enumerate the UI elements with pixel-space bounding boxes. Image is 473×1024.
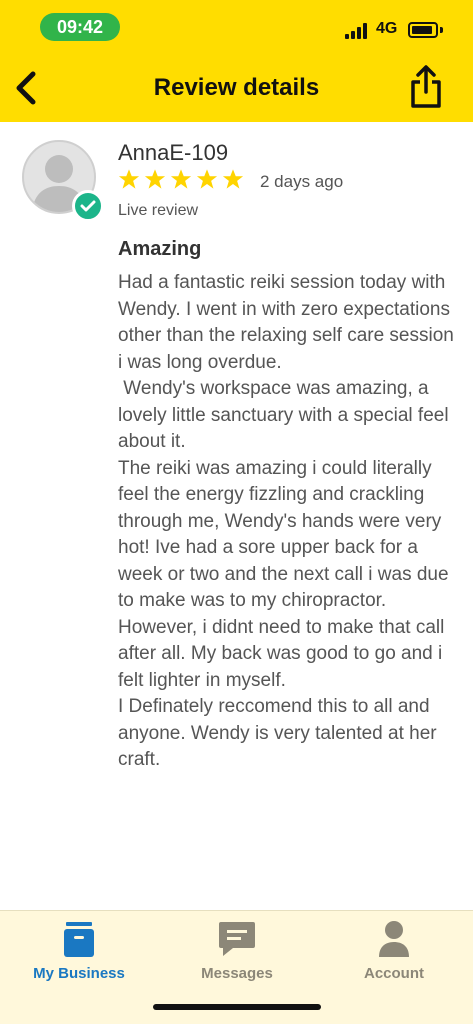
share-icon [411,65,441,108]
star-rating [118,168,244,190]
network-label: 4G [376,20,398,37]
header: 09:42 4G Review details [0,0,473,122]
battery-cap [440,27,443,33]
review-title: Amazing [118,238,202,260]
review-type: Live review [118,202,199,219]
share-button[interactable] [404,62,448,112]
review-body: Had a fantastic reiki session today with… [118,272,454,770]
home-indicator [153,1004,321,1010]
review-age: 2 days ago [260,172,344,191]
page-title: Review details [153,74,320,101]
chat-bubble-icon [217,919,257,959]
briefcase-icon [59,919,99,959]
reviewer-name: AnnaE-109 [118,140,229,165]
verified-badge [72,190,104,222]
tab-messages[interactable]: Messages [158,911,316,991]
tab-account[interactable]: Account [315,911,473,991]
star-icon [196,169,218,189]
star-icon [118,169,140,189]
tab-label: Messages [201,965,273,982]
checkmark-icon [80,200,96,212]
star-icon [170,169,192,189]
status-time: 09:42 [40,13,120,41]
status-bar: 09:42 4G [0,0,473,54]
star-icon [222,169,244,189]
tab-label: My Business [33,965,125,982]
tab-my-business[interactable]: My Business [0,911,158,991]
person-icon [374,919,414,959]
tab-label: Account [364,965,424,982]
signal-icon [345,23,371,39]
battery-icon [408,22,438,38]
star-icon [144,169,166,189]
